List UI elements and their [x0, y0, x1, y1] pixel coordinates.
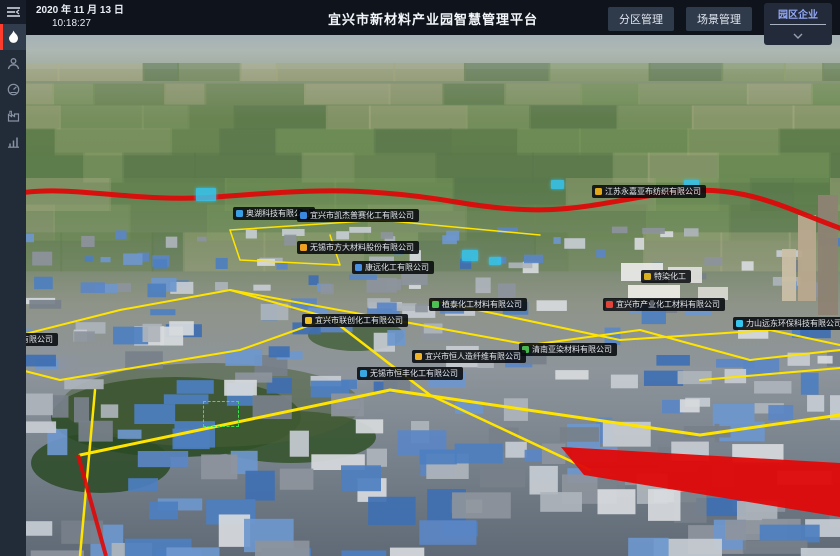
sidebar-item-factory[interactable]: [0, 102, 26, 128]
chevron-down-icon: [793, 26, 803, 43]
company-label-text: 宜兴市恒人造纤维有限公司: [425, 350, 521, 363]
company-label-text: 兴达化工有限公司: [26, 333, 53, 346]
gauge-icon: [7, 83, 20, 96]
company-label-text: 无锡市恒丰化工有限公司: [370, 367, 458, 380]
company-marker-icon: [300, 212, 307, 219]
person-icon: [7, 57, 20, 70]
company-marker-icon: [305, 317, 312, 324]
company-marker-icon: [606, 301, 613, 308]
map-company-label[interactable]: 宜兴市产业化工材料有限公司: [603, 298, 725, 311]
highlighted-building-marker[interactable]: [196, 188, 216, 201]
enterprise-dropdown[interactable]: 园区企业: [764, 3, 832, 45]
menu-icon: [6, 6, 21, 18]
map-company-label[interactable]: 特染化工: [641, 270, 691, 283]
map-company-label[interactable]: 植泰化工材料有限公司: [429, 298, 527, 311]
highlighted-building-marker[interactable]: [551, 180, 564, 189]
map-company-label[interactable]: 宜兴市恒人造纤维有限公司: [412, 350, 526, 363]
company-marker-icon: [736, 320, 743, 327]
company-label-text: 江苏永嘉亚布纺织有限公司: [605, 185, 701, 198]
company-label-text: 宜兴市联创化工有限公司: [315, 314, 403, 327]
scene-manage-button[interactable]: 场景管理: [686, 7, 752, 31]
company-label-text: 宜兴市产业化工材料有限公司: [616, 298, 720, 311]
company-marker-icon: [415, 353, 422, 360]
company-label-text: 特染化工: [654, 270, 686, 283]
highlighted-building-marker[interactable]: [462, 250, 478, 261]
highlighted-building-marker[interactable]: [489, 257, 501, 265]
company-marker-icon: [355, 264, 362, 271]
company-label-text: 力山远东环保科技有限公司: [746, 317, 840, 330]
sidebar-item-person[interactable]: [0, 50, 26, 76]
map-company-label[interactable]: 无锡市方大材料股份有限公司: [297, 241, 419, 254]
zone-manage-button[interactable]: 分区管理: [608, 7, 674, 31]
map-company-label[interactable]: 江苏永嘉亚布纺织有限公司: [592, 185, 706, 198]
company-label-text: 宜兴市凯杰普赛化工有限公司: [310, 209, 414, 222]
factory-icon: [7, 109, 20, 122]
map-company-label[interactable]: 力山远东环保科技有限公司: [733, 317, 840, 330]
app-window: 2020 年 11 月 13 日 10:18:27 宜兴市新材料产业园智慧管理平…: [0, 0, 840, 556]
menu-button[interactable]: [0, 0, 26, 24]
map-company-label[interactable]: 康远化工有限公司: [352, 261, 434, 274]
selection-box: [203, 401, 239, 427]
map-company-label[interactable]: 无锡市恒丰化工有限公司: [357, 367, 463, 380]
header-actions: 分区管理 场景管理 园区企业: [608, 0, 832, 35]
sidebar-item-fire[interactable]: [0, 24, 26, 50]
company-label-text: 植泰化工材料有限公司: [442, 298, 522, 311]
map-3d-view[interactable]: 奥湖科技有限公司宜兴市凯杰普赛化工有限公司无锡市方大材料股份有限公司康远化工有限…: [26, 35, 840, 556]
map-company-label[interactable]: 宜兴市凯杰普赛化工有限公司: [297, 209, 419, 222]
company-marker-icon: [595, 188, 602, 195]
sidebar-item-stats[interactable]: [0, 128, 26, 154]
sidebar: [0, 0, 26, 556]
company-marker-icon: [360, 370, 367, 377]
company-label-text: 康远化工有限公司: [365, 261, 429, 274]
flame-icon: [7, 30, 20, 44]
sidebar-item-gauge[interactable]: [0, 76, 26, 102]
map-company-label[interactable]: 兴达化工有限公司: [26, 333, 58, 346]
company-marker-icon: [432, 301, 439, 308]
bar-chart-icon: [7, 135, 20, 148]
top-header: 2020 年 11 月 13 日 10:18:27 宜兴市新材料产业园智慧管理平…: [26, 0, 840, 35]
company-label-text: 清南亚染材料有限公司: [532, 343, 612, 356]
company-marker-icon: [644, 273, 651, 280]
dropdown-divider: [770, 24, 826, 25]
map-terrain: [26, 35, 840, 556]
enterprise-dropdown-label: 园区企业: [770, 6, 826, 21]
company-label-text: 无锡市方大材料股份有限公司: [310, 241, 414, 254]
company-marker-icon: [300, 244, 307, 251]
map-company-label[interactable]: 清南亚染材料有限公司: [519, 343, 617, 356]
map-company-label[interactable]: 宜兴市联创化工有限公司: [302, 314, 408, 327]
company-marker-icon: [236, 210, 243, 217]
